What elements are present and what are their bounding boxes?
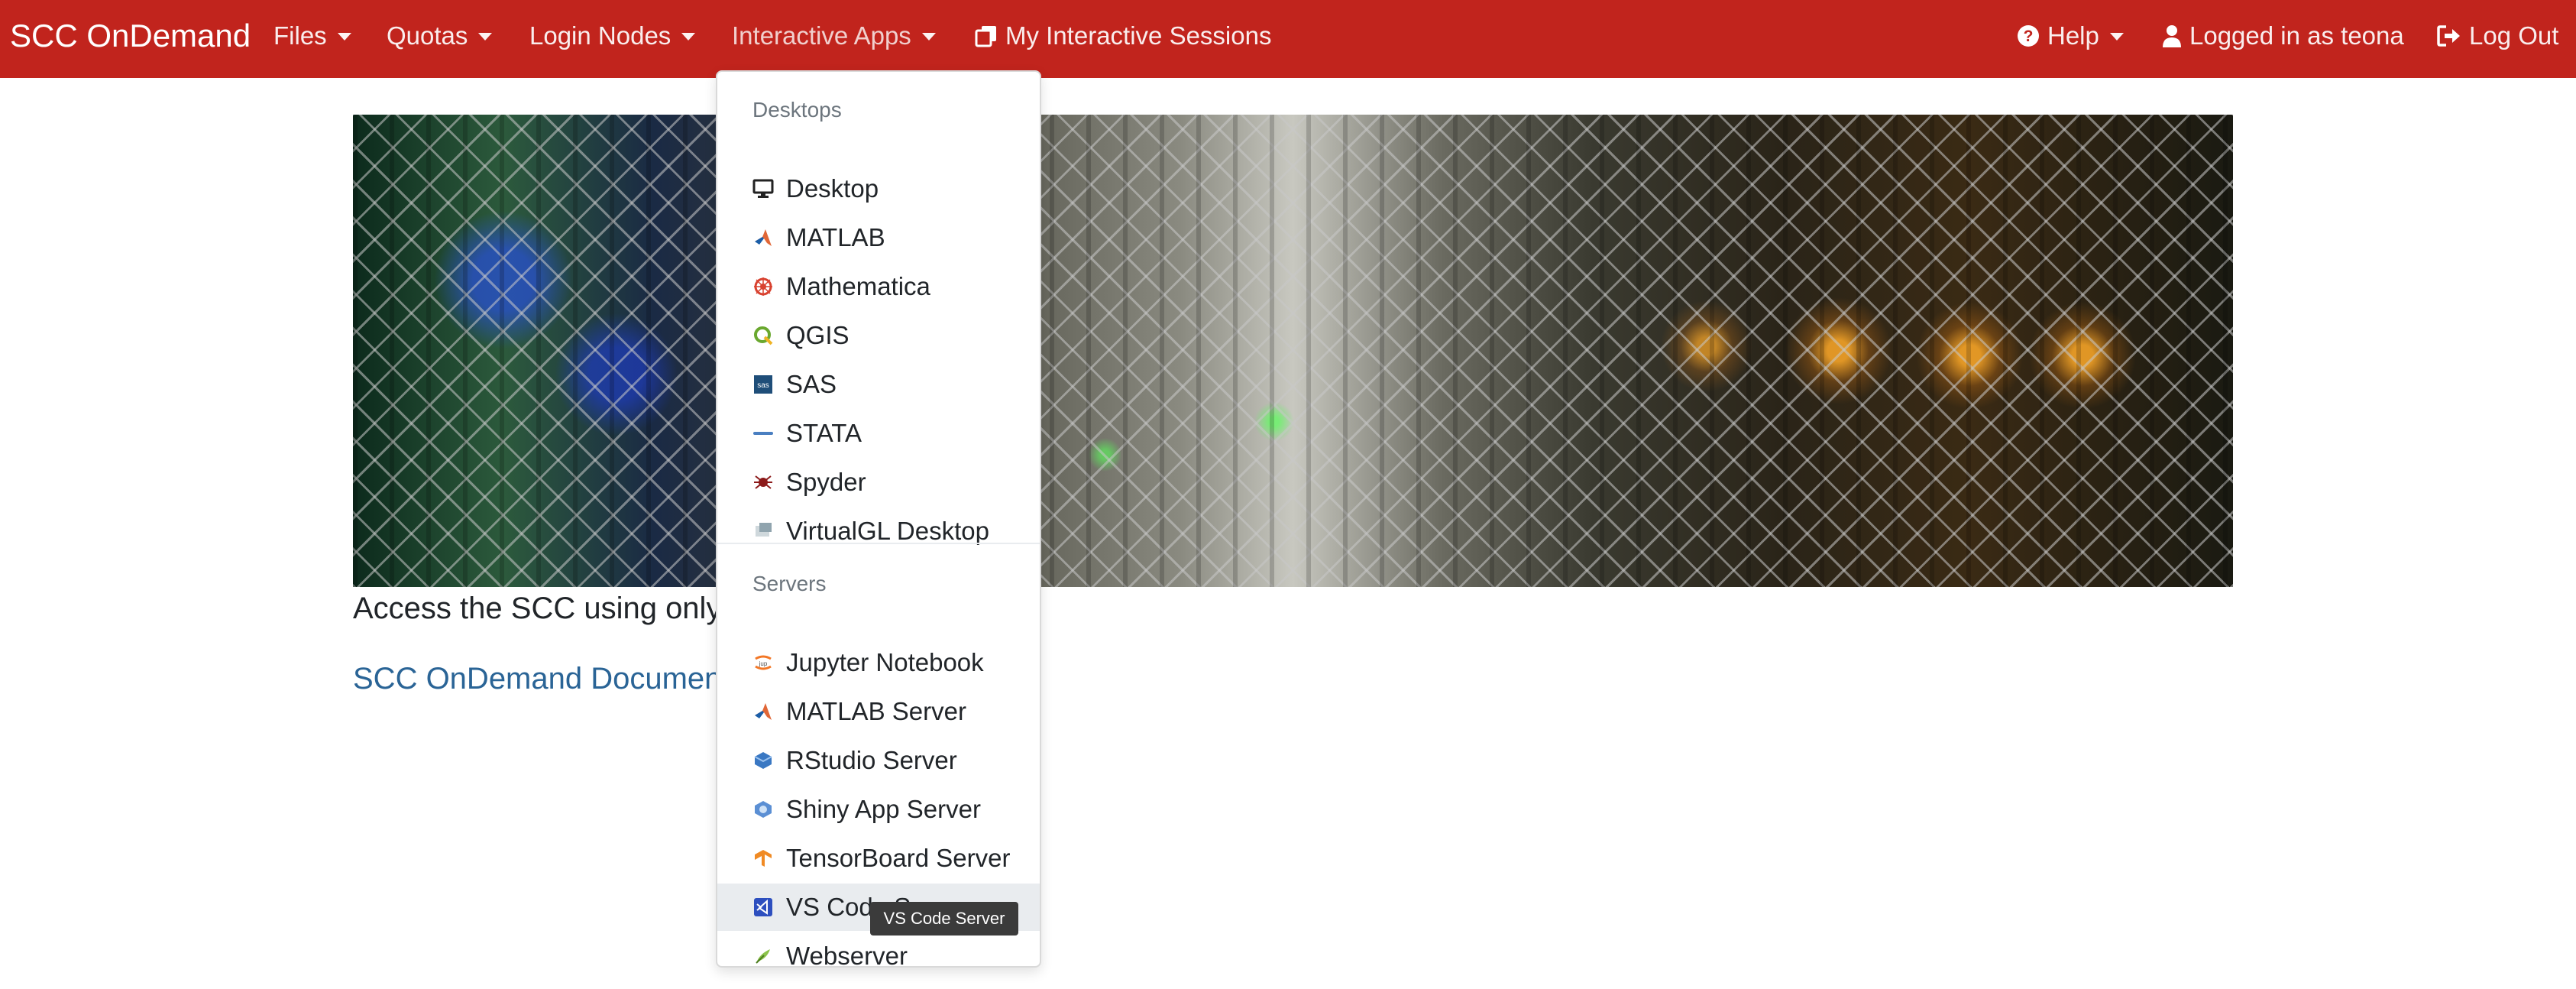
matlab-icon (752, 227, 774, 248)
nav-files-label: Files (273, 21, 327, 50)
sign-out-icon (2437, 24, 2461, 47)
menu-item-label: Mathematica (786, 272, 930, 300)
nav-quotas-label: Quotas (387, 21, 468, 50)
nav-interactive-apps[interactable]: Interactive Apps (732, 0, 936, 72)
nav-files[interactable]: Files (273, 0, 351, 72)
caret-down-icon (478, 33, 493, 41)
spyder-icon (752, 472, 774, 493)
menu-item-label: VirtualGL Desktop (786, 517, 989, 545)
menu-item-matlab[interactable]: MATLAB (717, 214, 1040, 261)
nav-login-nodes[interactable]: Login Nodes (529, 0, 696, 72)
menu-item-label: MATLAB (786, 223, 885, 251)
nav-user: Logged in as teona (2162, 0, 2404, 72)
dropdown-divider (717, 543, 1040, 544)
nav-help-label: Help (2047, 21, 2099, 50)
menu-item-desktop[interactable]: Desktop (717, 165, 1040, 212)
menu-item-shiny[interactable]: Shiny App Server (717, 786, 1040, 833)
menu-item-sas[interactable]: sas SAS (717, 361, 1040, 408)
menu-item-label: QGIS (786, 321, 849, 349)
webserver-icon (752, 945, 774, 967)
tensorboard-icon (752, 848, 774, 869)
menu-item-rstudio[interactable]: RStudio Server (717, 737, 1040, 784)
nav-help[interactable]: ? Help (2017, 0, 2124, 72)
nav-logout[interactable]: Log Out (2437, 0, 2558, 72)
menu-item-mathematica[interactable]: Mathematica (717, 263, 1040, 310)
menu-item-label: STATA (786, 419, 862, 447)
dropdown-header-desktops: Desktops (752, 98, 842, 122)
caret-down-icon (337, 33, 351, 41)
virtualgl-icon (752, 520, 774, 542)
mathematica-icon (752, 276, 774, 297)
menu-item-stata[interactable]: STATA (717, 410, 1040, 457)
caret-down-icon (921, 33, 936, 41)
nav-my-sessions[interactable]: My Interactive Sessions (975, 0, 1271, 72)
brand-link[interactable]: SCC OnDemand (10, 0, 251, 72)
menu-item-label: Jupyter Notebook (786, 648, 984, 676)
logout-label: Log Out (2469, 21, 2559, 50)
menu-item-spyder[interactable]: Spyder (717, 459, 1040, 506)
menu-item-label: Desktop (786, 174, 879, 203)
menu-item-label: Spyder (786, 468, 866, 496)
menu-item-label: Webserver (786, 942, 908, 970)
nav-login-nodes-label: Login Nodes (529, 21, 672, 50)
menu-item-label: SAS (786, 370, 837, 398)
matlab-icon (752, 701, 774, 722)
interactive-apps-dropdown: Desktops Desktop MATLAB Mathematica QGIS… (716, 70, 1041, 970)
monitor-icon (752, 178, 774, 199)
menu-item-virtualgl[interactable]: VirtualGL Desktop (717, 507, 1040, 555)
menu-item-tensorboard[interactable]: TensorBoard Server (717, 835, 1040, 882)
menu-item-webserver[interactable]: Webserver (717, 932, 1040, 980)
sas-icon: sas (752, 374, 774, 395)
shiny-icon (752, 799, 774, 820)
svg-text:sas: sas (757, 381, 769, 390)
menu-item-jupyter[interactable]: jup Jupyter Notebook (717, 639, 1040, 686)
stata-icon (752, 423, 774, 444)
nav-my-sessions-label: My Interactive Sessions (1005, 21, 1272, 50)
qgis-icon (752, 325, 774, 346)
logged-in-label: Logged in as teona (2189, 21, 2404, 50)
svg-text:jup: jup (759, 660, 768, 667)
menu-item-label: MATLAB Server (786, 697, 966, 725)
rstudio-icon (752, 750, 774, 771)
menu-item-label: Shiny App Server (786, 795, 981, 823)
question-circle-icon: ? (2017, 24, 2040, 47)
user-icon (2162, 24, 2182, 47)
caret-down-icon (681, 33, 696, 41)
menu-item-label: RStudio Server (786, 746, 957, 774)
tooltip: VS Code Server (870, 902, 1018, 935)
nav-quotas[interactable]: Quotas (387, 0, 493, 72)
svg-text:?: ? (2024, 28, 2034, 45)
dropdown-header-servers: Servers (752, 572, 827, 595)
vscode-icon (752, 897, 774, 918)
nav-interactive-apps-label: Interactive Apps (732, 21, 911, 50)
menu-item-matlab-server[interactable]: MATLAB Server (717, 688, 1040, 735)
banner-image (353, 115, 2233, 587)
caret-down-icon (2109, 33, 2124, 41)
jupyter-icon: jup (752, 652, 774, 673)
copy-icon (975, 24, 998, 47)
top-navbar: SCC OnDemand Files Quotas Login Nodes In… (0, 0, 2576, 78)
menu-item-label: TensorBoard Server (786, 844, 1011, 872)
menu-item-qgis[interactable]: QGIS (717, 312, 1040, 359)
